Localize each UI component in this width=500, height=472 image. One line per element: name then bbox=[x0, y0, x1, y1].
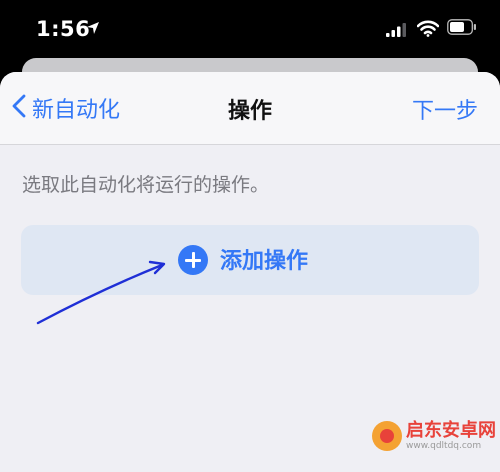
annotation-arrow-icon bbox=[36, 260, 166, 325]
watermark-url: www.qdltdq.com bbox=[406, 440, 482, 451]
watermark-logo-icon bbox=[372, 421, 402, 451]
watermark: 启东安卓网 www.qdltdq.com bbox=[372, 421, 496, 451]
watermark-name: 启东安卓网 bbox=[406, 419, 496, 441]
